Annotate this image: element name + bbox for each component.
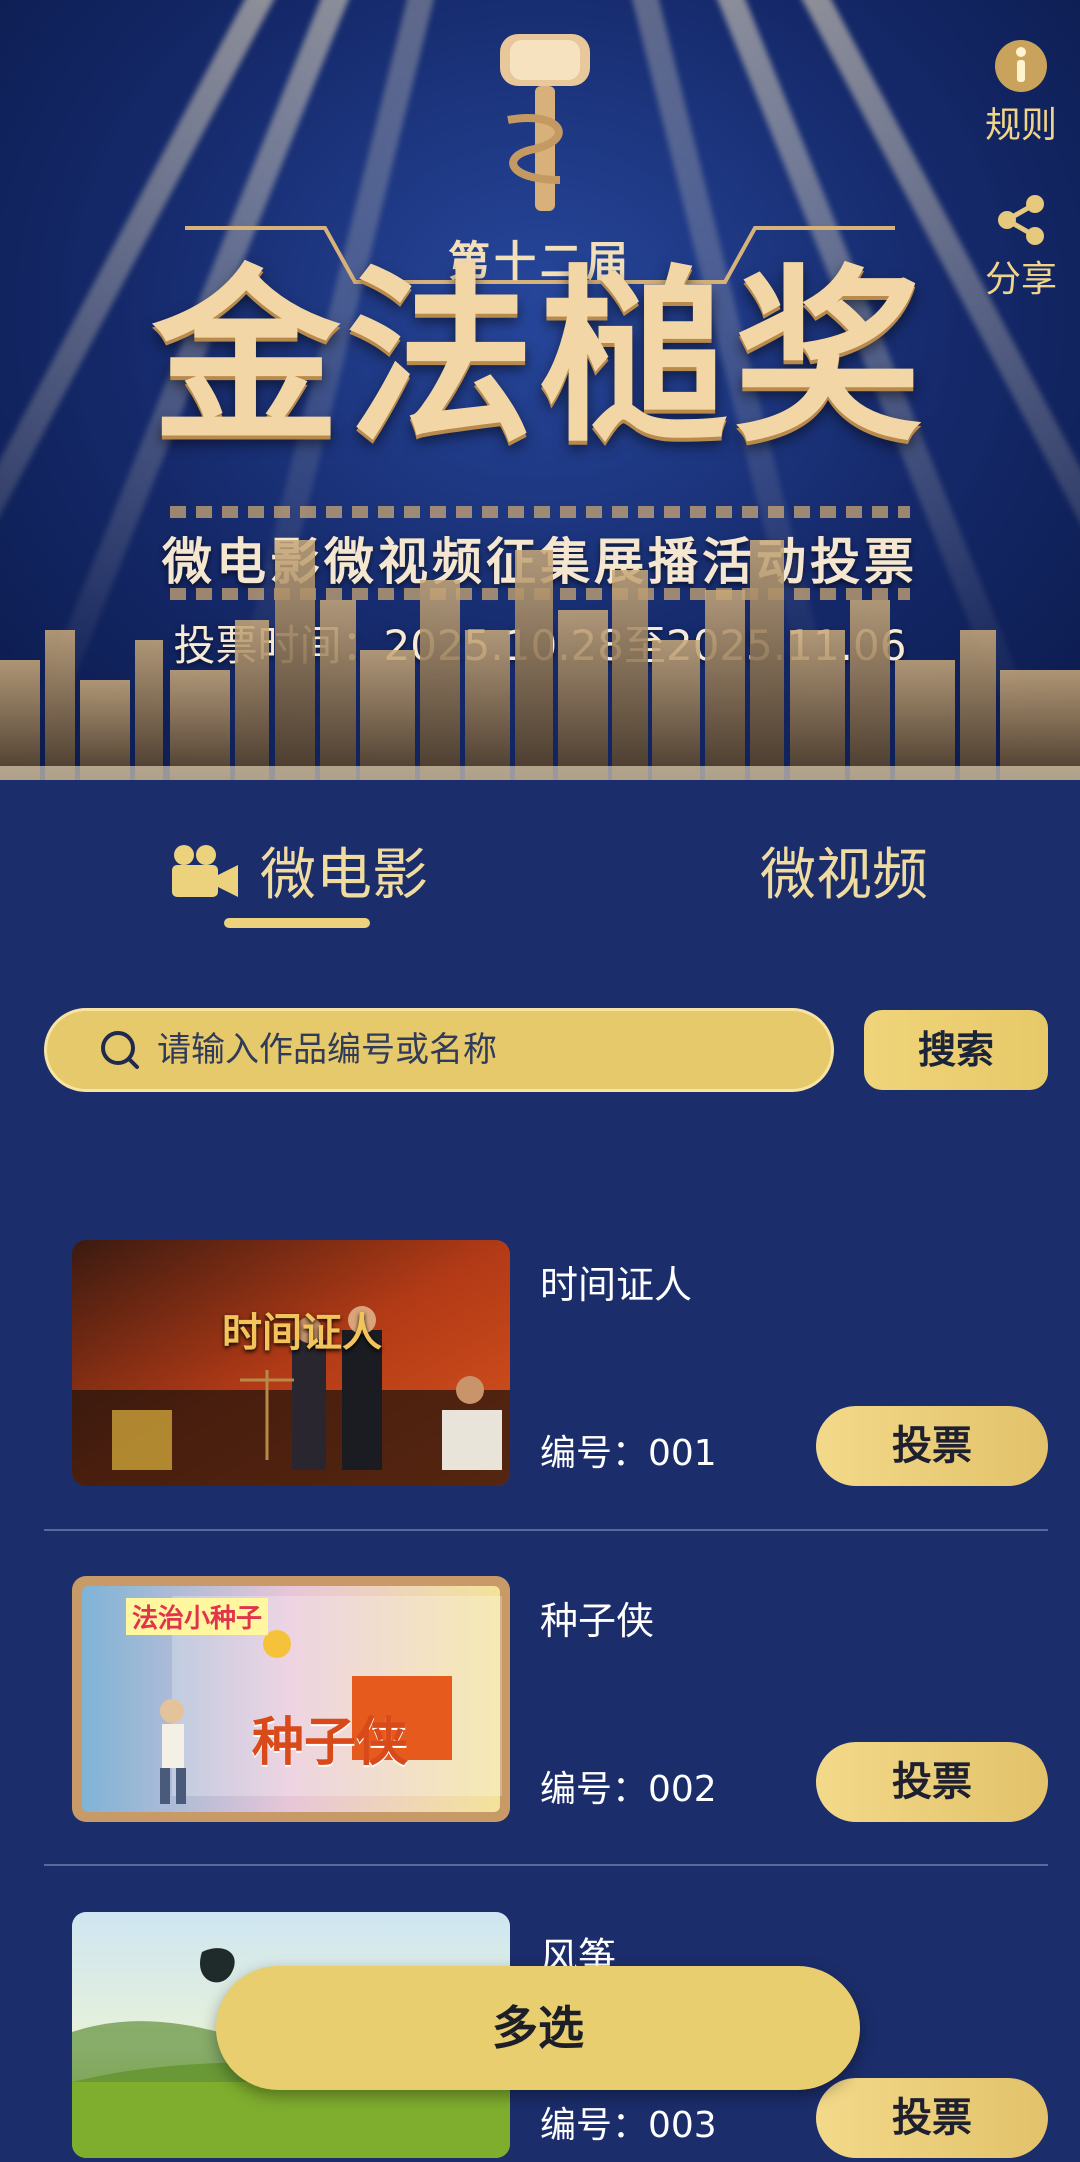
work-title: 种子侠: [540, 1599, 655, 1643]
banner-title: 金法槌奖: [152, 249, 928, 468]
list-item: 法治小种子 种子侠 种子侠 编号：002 投票: [0, 1576, 1080, 1826]
city-skyline: [0, 540, 1080, 780]
event-banner: 第十二届 金法槌奖 微电影微视频征集展播活动投票 投票时间：2025.10.28…: [0, 0, 1080, 780]
list-item: 时间证人 时间证人 编号：001 投票: [0, 1240, 1080, 1490]
gavel-logo: [500, 34, 590, 211]
vote-button[interactable]: 投票: [816, 2078, 1048, 2158]
work-thumbnail[interactable]: 法治小种子 种子侠: [72, 1576, 510, 1822]
work-number: 编号：002: [540, 1769, 717, 1810]
search-icon: [101, 1031, 139, 1069]
vote-button[interactable]: 投票: [816, 1406, 1048, 1486]
rules-label: 规则: [984, 105, 1057, 146]
video-camera-icon: [172, 844, 238, 897]
share-icon: [998, 195, 1044, 245]
thumbnail-caption: 种子侠: [252, 1713, 409, 1773]
share-button[interactable]: 分享: [976, 192, 1066, 302]
tab-micro-film[interactable]: 微电影: [170, 830, 428, 911]
search-box: [44, 1008, 834, 1092]
vote-button[interactable]: 投票: [816, 1742, 1048, 1822]
info-icon: [995, 40, 1047, 92]
work-thumbnail[interactable]: 时间证人: [72, 1240, 510, 1486]
thumbnail-image: [72, 1240, 510, 1486]
search-button[interactable]: 搜索: [864, 1010, 1048, 1090]
search-input[interactable]: [155, 1029, 819, 1071]
work-title: 时间证人: [540, 1263, 693, 1307]
list-divider: [44, 1529, 1048, 1531]
active-tab-indicator: [224, 918, 370, 928]
list-divider: [44, 1864, 1048, 1866]
thumbnail-tag: 法治小种子: [126, 1598, 269, 1635]
thumbnail-caption: 时间证人: [222, 1310, 382, 1356]
work-number: 编号：001: [540, 1433, 717, 1474]
tab-micro-video[interactable]: 微视频: [760, 830, 928, 911]
share-label: 分享: [984, 259, 1057, 300]
work-number: 编号：003: [540, 2105, 717, 2146]
multi-select-button[interactable]: 多选: [216, 1966, 860, 2090]
category-tabs: 微电影 微视频: [0, 780, 1080, 950]
tab-micro-film-label: 微电影: [260, 843, 428, 908]
rules-button[interactable]: 规则: [976, 38, 1066, 148]
